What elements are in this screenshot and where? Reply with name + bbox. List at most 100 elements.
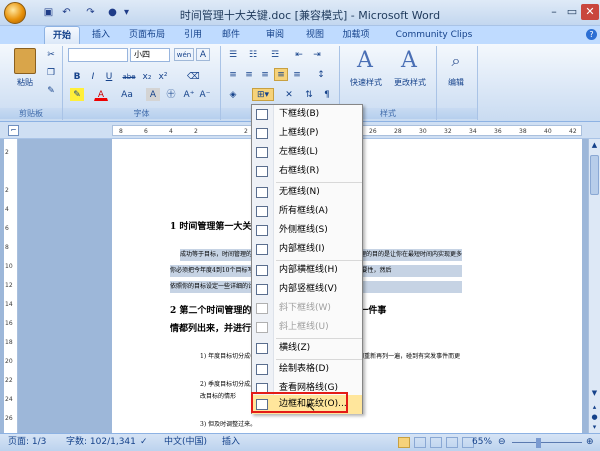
- font-name-field[interactable]: [68, 48, 128, 62]
- menu-item-horizontal-line[interactable]: 横线(Z): [252, 339, 362, 358]
- tab-addins[interactable]: 加载项: [338, 26, 374, 44]
- editing-button[interactable]: 编辑: [440, 77, 472, 89]
- phonetic-guide-button[interactable]: wén: [174, 48, 194, 61]
- sort-icon[interactable]: ⇅: [302, 88, 316, 101]
- bullets-icon[interactable]: ☰: [226, 48, 240, 61]
- tab-insert[interactable]: 插入: [88, 26, 114, 44]
- maximize-icon[interactable]: ▭: [563, 4, 581, 20]
- print-layout-view-icon[interactable]: [398, 437, 410, 448]
- change-case-button[interactable]: Aa: [118, 88, 136, 101]
- character-shading-icon[interactable]: A: [146, 88, 160, 101]
- minimize-icon[interactable]: –: [545, 4, 563, 20]
- zoom-slider-thumb[interactable]: [536, 438, 541, 448]
- menu-item-inside-borders[interactable]: 内部框线(I): [252, 240, 362, 259]
- page-count[interactable]: 页面: 1/3: [8, 434, 46, 451]
- scroll-up-icon[interactable]: ▲: [590, 141, 599, 150]
- align-left-icon[interactable]: ≡: [226, 68, 240, 81]
- cut-icon[interactable]: ✂: [44, 48, 58, 61]
- subscript-button[interactable]: x₂: [140, 70, 154, 83]
- web-layout-view-icon[interactable]: [430, 437, 442, 448]
- save-icon[interactable]: ▣: [42, 6, 55, 19]
- zoom-slider[interactable]: [512, 442, 582, 443]
- zoom-level[interactable]: 65%: [472, 434, 492, 451]
- next-page-icon[interactable]: ▾: [590, 423, 599, 432]
- menu-item-top-border[interactable]: 上框线(P): [252, 124, 362, 143]
- font-color-icon[interactable]: A: [94, 88, 108, 101]
- help-icon[interactable]: ?: [586, 29, 597, 40]
- grow-font-button[interactable]: A⁺: [182, 88, 196, 101]
- italic-button[interactable]: I: [86, 70, 100, 83]
- clear-formatting-icon[interactable]: ⌫: [186, 70, 200, 83]
- tab-selector-icon[interactable]: ⌐: [8, 125, 19, 136]
- distribute-icon[interactable]: ≡: [290, 68, 304, 81]
- office-button[interactable]: [4, 2, 26, 24]
- repeat-icon[interactable]: ●: [106, 6, 119, 19]
- menu-item-left-border[interactable]: 左框线(L): [252, 143, 362, 162]
- tab-community-clips[interactable]: Community Clips: [392, 26, 476, 44]
- tab-references[interactable]: 引用: [180, 26, 206, 44]
- outline-view-icon[interactable]: [446, 437, 458, 448]
- prev-page-icon[interactable]: ▴: [590, 403, 599, 412]
- menu-item-right-border[interactable]: 右框线(R): [252, 162, 362, 181]
- bold-button[interactable]: B: [70, 70, 84, 83]
- close-icon[interactable]: ✕: [581, 4, 599, 20]
- quick-styles-icon[interactable]: A: [352, 48, 378, 74]
- borders-dropdown-button[interactable]: ⊞▾: [252, 88, 274, 101]
- tab-home[interactable]: 开始: [44, 26, 80, 44]
- customize-icon[interactable]: ▾: [120, 6, 133, 19]
- find-icon[interactable]: ⌕: [446, 50, 466, 72]
- browse-object-icon[interactable]: ●: [590, 413, 599, 422]
- chinese-layout-icon[interactable]: ✕: [282, 88, 296, 101]
- menu-item-diagonal-down[interactable]: 斜下框线(W): [252, 299, 362, 318]
- menu-item-inside-vertical[interactable]: 内部竖框线(V): [252, 280, 362, 299]
- shrink-font-button[interactable]: A⁻: [198, 88, 212, 101]
- line-spacing-icon[interactable]: ↕: [314, 68, 328, 81]
- word-count[interactable]: 字数: 102/1,341: [66, 434, 136, 451]
- scroll-thumb[interactable]: [590, 155, 599, 195]
- menu-item-diagonal-up[interactable]: 斜上框线(U): [252, 318, 362, 337]
- paste-button[interactable]: 粘贴: [10, 77, 40, 89]
- vertical-ruler[interactable]: 2 2 4 6 8 10 12 14 16 18 20 22 24 26: [4, 139, 18, 433]
- strikethrough-button[interactable]: abe: [120, 70, 138, 83]
- menu-item-inside-horizontal[interactable]: 内部横框线(H): [252, 261, 362, 280]
- insert-mode[interactable]: 插入: [222, 434, 240, 451]
- tab-review[interactable]: 审阅: [262, 26, 288, 44]
- menu-item-no-border[interactable]: 无框线(N): [252, 183, 362, 202]
- enclose-character-icon[interactable]: A: [196, 48, 210, 61]
- language-indicator[interactable]: 中文(中国): [164, 434, 207, 451]
- enclose-icon[interactable]: ㊉: [164, 88, 178, 101]
- full-screen-view-icon[interactable]: [414, 437, 426, 448]
- underline-button[interactable]: U: [102, 70, 116, 83]
- proofing-icon[interactable]: ✓: [140, 434, 148, 451]
- align-center-icon[interactable]: ≡: [242, 68, 256, 81]
- justify-icon[interactable]: ≡: [274, 68, 288, 81]
- superscript-button[interactable]: x²: [156, 70, 170, 83]
- zoom-out-icon[interactable]: ⊖: [498, 434, 506, 451]
- font-size-field[interactable]: 小四: [130, 48, 170, 62]
- vertical-scrollbar[interactable]: ▲ ▼ ▴ ● ▾: [588, 139, 600, 433]
- highlight-icon[interactable]: ✎: [70, 88, 84, 101]
- menu-item-bottom-border[interactable]: 下框线(B): [252, 105, 362, 124]
- menu-item-draw-table[interactable]: 绘制表格(D): [252, 360, 362, 379]
- decrease-indent-icon[interactable]: ⇤: [292, 48, 306, 61]
- show-marks-icon[interactable]: ¶: [320, 88, 334, 101]
- multilevel-list-icon[interactable]: ☲: [268, 48, 282, 61]
- scroll-down-icon[interactable]: ▼: [590, 389, 599, 398]
- menu-item-outside-borders[interactable]: 外侧框线(S): [252, 221, 362, 240]
- redo-icon[interactable]: ↷: [84, 6, 97, 19]
- align-right-icon[interactable]: ≡: [258, 68, 272, 81]
- undo-icon[interactable]: ↶: [60, 6, 73, 19]
- tab-page-layout[interactable]: 页面布局: [124, 26, 170, 44]
- change-styles-icon[interactable]: A: [396, 48, 422, 74]
- numbering-icon[interactable]: ☷: [246, 48, 260, 61]
- copy-icon[interactable]: ❐: [44, 66, 58, 79]
- paste-icon[interactable]: [14, 48, 36, 74]
- zoom-in-icon[interactable]: ⊕: [586, 434, 594, 451]
- shading-icon[interactable]: ◈: [226, 88, 240, 101]
- format-painter-icon[interactable]: ✎: [44, 84, 58, 97]
- increase-indent-icon[interactable]: ⇥: [310, 48, 324, 61]
- tab-view[interactable]: 视图: [302, 26, 328, 44]
- change-styles-button[interactable]: 更改样式: [388, 77, 432, 89]
- menu-item-all-borders[interactable]: 所有框线(A): [252, 202, 362, 221]
- quick-styles-button[interactable]: 快速样式: [344, 77, 388, 89]
